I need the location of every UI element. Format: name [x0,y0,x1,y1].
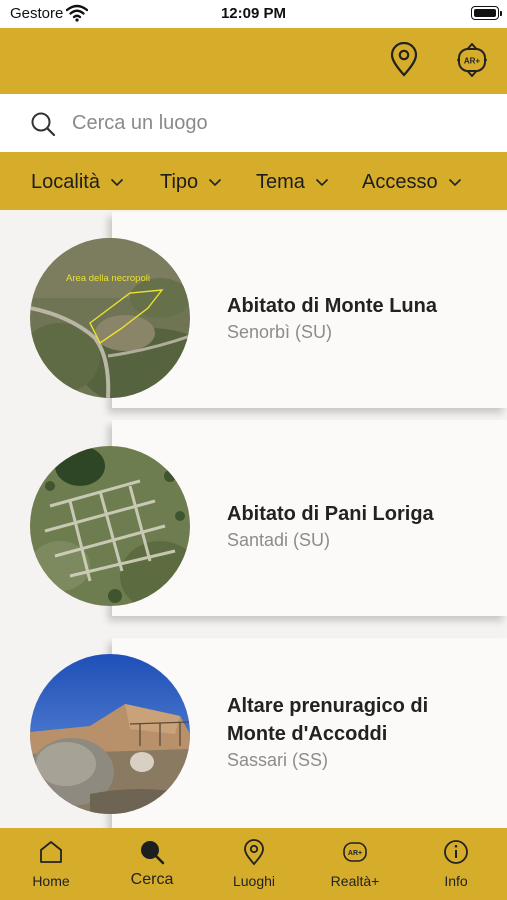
places-list: Area della necropoli Abitato di Monte Lu… [0,210,507,828]
place-thumbnail: Area della necropoli [30,238,190,398]
filter-label: Tipo [160,170,199,193]
filter-label: Accesso [362,170,438,193]
chevron-down-icon [448,178,461,187]
filter-tipo[interactable]: Tipo [160,170,222,194]
tab-label: Info [444,873,468,889]
place-location: Sassari (SS) [227,750,329,770]
location-pin-icon [244,839,264,866]
tab-label: Cerca [130,871,174,888]
altar-photo-image [30,654,190,814]
filter-bar: Località Tipo Tema Accesso [0,152,507,210]
ar-badge-text: AR+ [348,850,362,857]
place-location: Senorbì (SU) [227,322,333,342]
ar-plus-icon[interactable]: AR+ [456,42,488,78]
place-title: Abitato di Monte Luna [227,295,437,317]
tab-luoghi[interactable]: Luoghi [214,838,294,894]
place-title: Altare prenuragico di Monte d'Accoddi [227,695,429,745]
filter-label: Località [31,170,100,193]
tab-label: Luoghi [232,873,276,889]
place-card[interactable]: Abitato di Pani Loriga Santadi (SU) [0,420,507,616]
tab-label: Home [32,873,70,889]
tab-home[interactable]: Home [11,838,91,894]
clock: 12:09 PM [220,5,287,22]
tab-bar: Home Cerca Luoghi AR+ Realtà+ Info [0,828,507,900]
filter-tema[interactable]: Tema [256,170,329,194]
aerial-map-image: Area della necropoli [30,238,190,398]
chevron-down-icon [315,178,328,187]
tab-realta[interactable]: AR+ Realtà+ [315,838,395,894]
chevron-down-icon [209,178,222,187]
chevron-down-icon [110,178,124,187]
tab-cerca[interactable]: Cerca [112,838,192,894]
tab-info[interactable]: Info [416,838,496,894]
filter-localita[interactable]: Località [31,170,124,194]
info-icon [444,840,468,864]
search-icon [31,112,56,137]
filter-label: Tema [256,170,305,193]
place-location: Santadi (SU) [227,530,331,550]
search-input[interactable] [72,107,482,139]
tab-label: Realtà+ [330,873,380,889]
aerial-ruins-image [30,446,190,606]
status-bar: Gestore 12:09 PM [0,0,507,28]
place-title: Abitato di Pani Loriga [227,503,434,525]
map-caption: Area della necropoli [66,273,150,284]
battery-icon [471,6,502,20]
place-thumbnail [30,654,190,814]
place-thumbnail [30,446,190,606]
home-icon [40,841,62,863]
search-icon [141,841,165,865]
ar-plus-icon: AR+ [343,842,367,862]
location-pin-icon[interactable] [388,42,420,78]
search-bar [0,94,507,152]
filter-accesso[interactable]: Accesso [362,170,462,194]
ar-badge-text: AR+ [464,57,481,66]
app-header: AR+ [0,28,507,94]
place-card[interactable]: Altare prenuragico di Monte d'Accoddi Sa… [0,638,507,828]
place-card[interactable]: Area della necropoli Abitato di Monte Lu… [0,212,507,408]
